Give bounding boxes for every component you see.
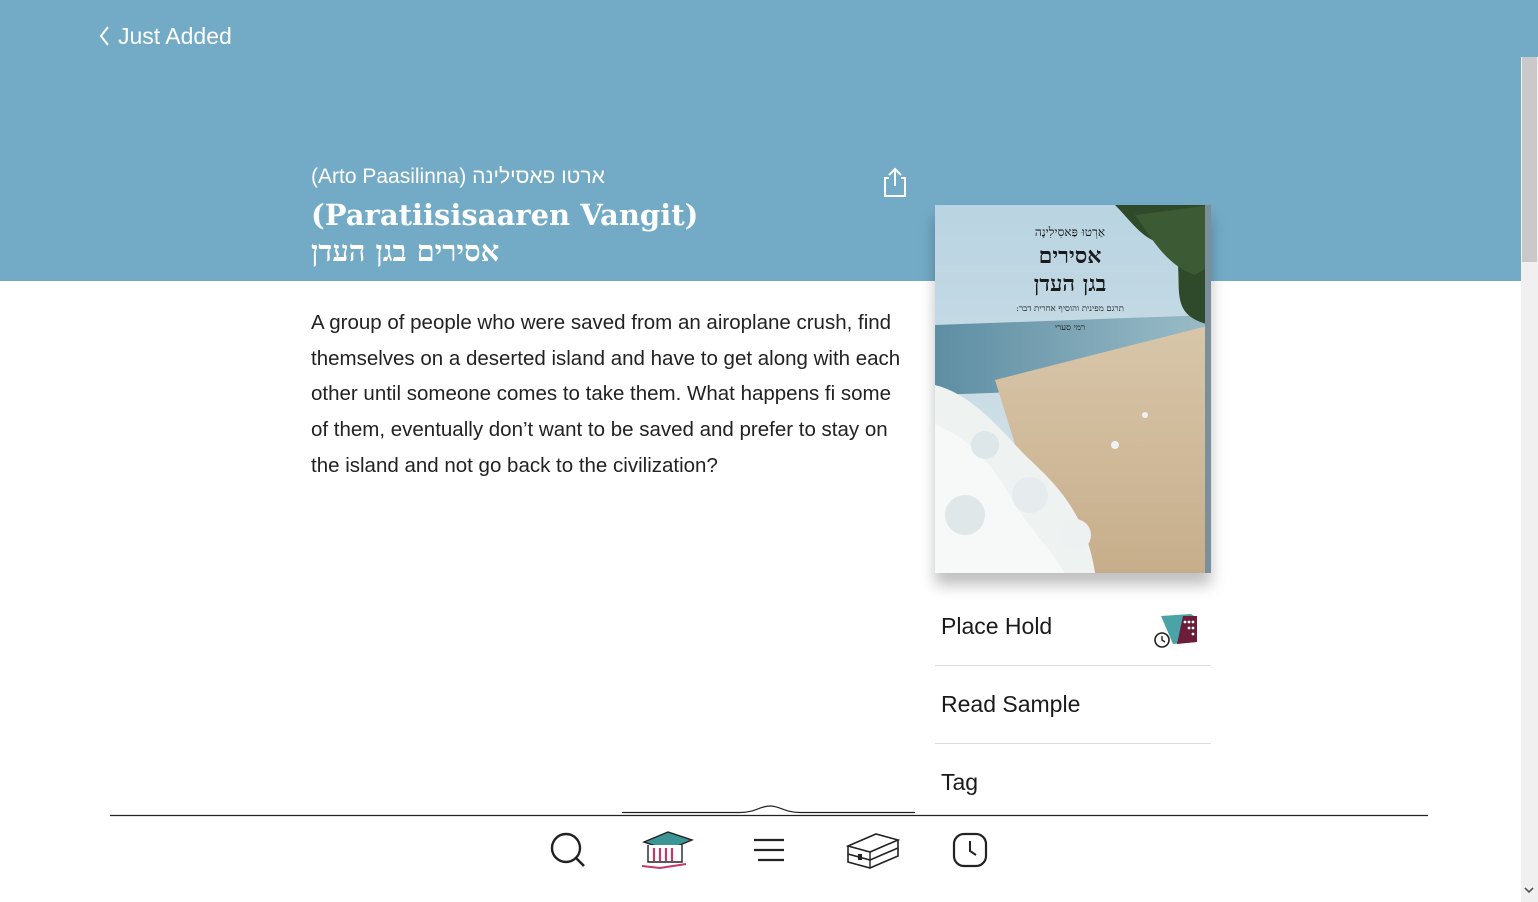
search-icon[interactable]: [548, 828, 588, 872]
share-icon[interactable]: [880, 166, 910, 198]
cover-author: אַרְטוּ פַּאסִילִינָה: [1034, 225, 1106, 239]
action-list: Place Hold Read Sample Tag: [935, 588, 1211, 821]
tabbar-divider: [110, 805, 1428, 817]
hold-icon: [1154, 614, 1197, 648]
clock-icon[interactable]: [950, 828, 990, 872]
back-button[interactable]: Just Added: [98, 18, 232, 54]
book-author: (Arto Paasilinna) ארטו פאסילינה: [311, 165, 605, 188]
scroll-down-arrow-icon[interactable]: [1523, 884, 1535, 896]
library-icon[interactable]: [638, 828, 694, 872]
cover-title-line1: אסירים: [1038, 243, 1102, 269]
read-sample-button[interactable]: Read Sample: [935, 666, 1211, 744]
back-label: Just Added: [118, 22, 232, 49]
place-hold-button[interactable]: Place Hold: [935, 588, 1211, 666]
bottom-tab-bar: [0, 828, 1538, 874]
chevron-left-icon: [99, 26, 109, 46]
place-hold-label: Place Hold: [941, 613, 1053, 639]
cover-subtitle-line2: רמי סערי: [1054, 323, 1086, 333]
menu-icon[interactable]: [750, 828, 788, 872]
scrollbar-thumb[interactable]: [1522, 57, 1537, 262]
cover-title-line2: בגן העדן: [1033, 271, 1107, 297]
read-sample-label: Read Sample: [941, 691, 1081, 717]
book-cover[interactable]: אַרְטוּ פַּאסִילִינָה אסירים בגן העדן תר…: [935, 205, 1211, 573]
shelf-icon[interactable]: [846, 828, 900, 872]
cover-subtitle-line1: תרגם מפינית והוסיף אחרית דבר:: [1016, 304, 1124, 314]
book-description: A group of people who were saved from an…: [311, 311, 901, 477]
book-title: (Paratiisisaaren Vangit) אסירים בגן העדן: [311, 198, 699, 268]
tag-label: Tag: [941, 769, 979, 795]
